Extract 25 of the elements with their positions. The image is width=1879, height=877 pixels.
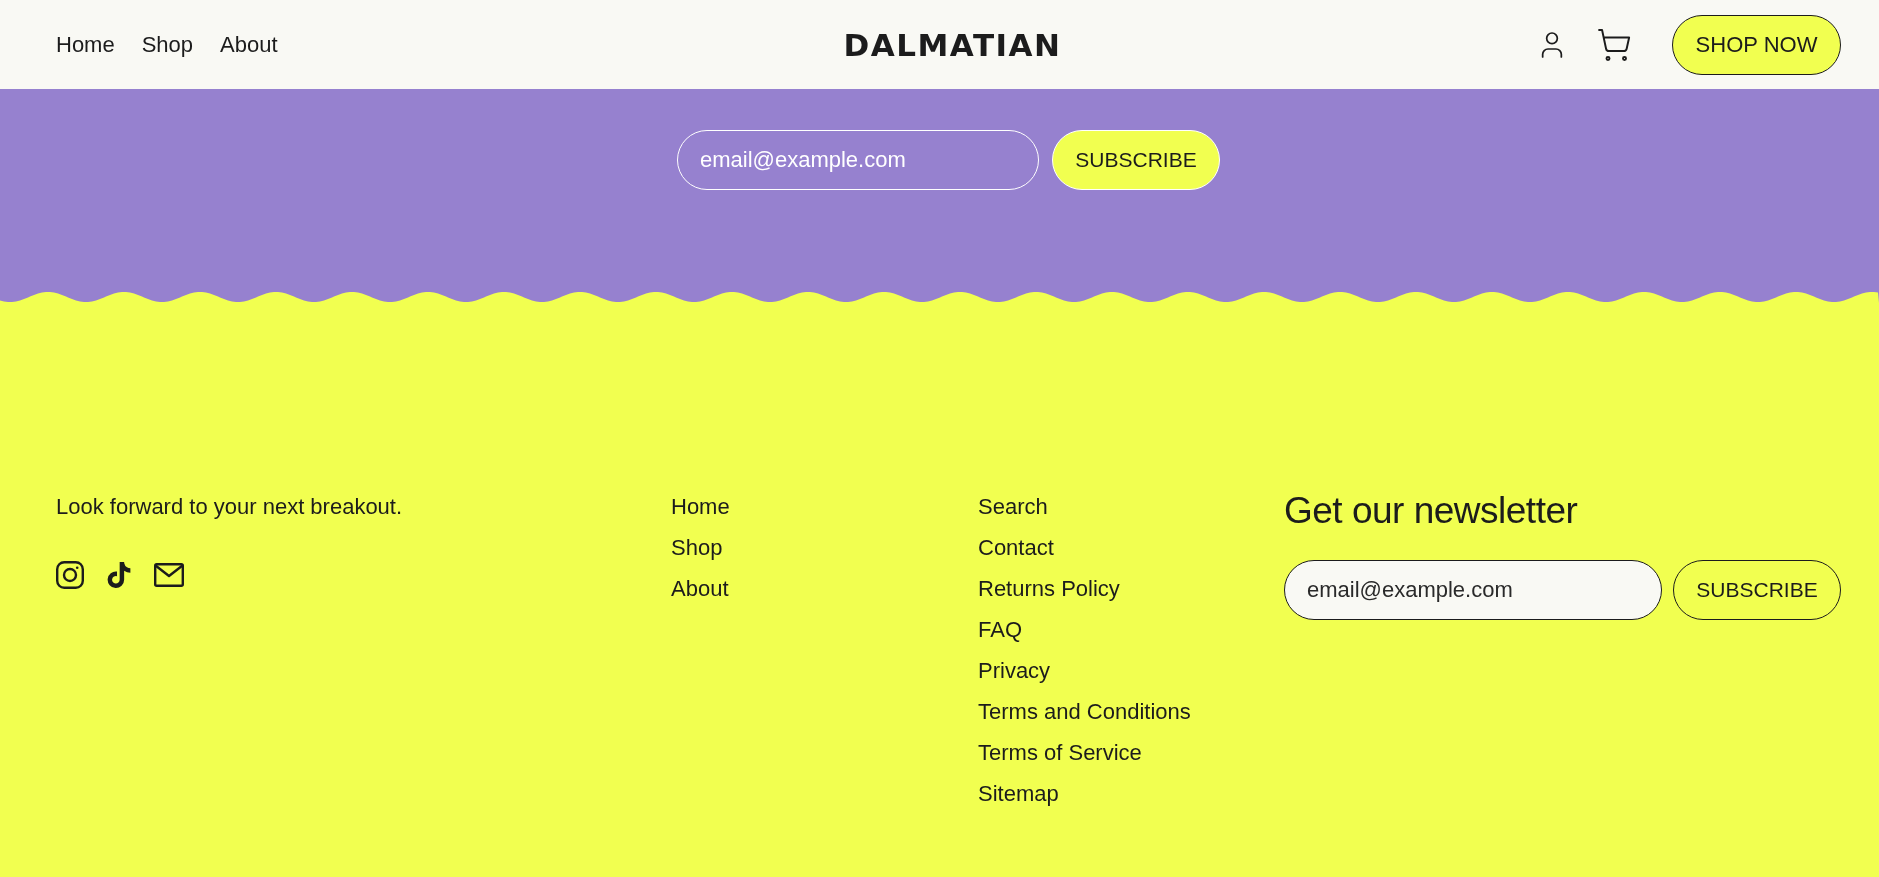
footer-link[interactable]: Home bbox=[671, 494, 730, 520]
footer-link[interactable]: About bbox=[671, 576, 729, 602]
subscribe-button[interactable]: SUBSCRIBE bbox=[1052, 130, 1220, 190]
shop-now-button[interactable]: SHOP NOW bbox=[1672, 14, 1841, 75]
footer-link[interactable]: Search bbox=[978, 494, 1048, 520]
nav-link[interactable]: Home bbox=[56, 31, 115, 58]
footer-link[interactable]: Privacy bbox=[978, 658, 1051, 684]
subscribe-button[interactable]: SUBSCRIBE bbox=[1673, 560, 1841, 620]
music-note-icon[interactable] bbox=[106, 562, 132, 588]
nav-link[interactable]: About bbox=[220, 31, 278, 58]
nav-link[interactable]: Shop bbox=[141, 31, 194, 58]
footer-link[interactable]: Terms of Service bbox=[978, 740, 1142, 766]
tagline: Look forward to your next breakout. bbox=[56, 494, 403, 520]
footer-link[interactable]: Sitemap bbox=[978, 781, 1059, 807]
camera-icon[interactable] bbox=[56, 561, 84, 589]
brand-logo[interactable]: DALMATIAN bbox=[843, 27, 1062, 62]
footer-link[interactable]: Shop bbox=[671, 535, 723, 561]
footer-link[interactable]: FAQ bbox=[978, 617, 1022, 643]
cart-icon[interactable] bbox=[1596, 26, 1632, 63]
footer-link[interactable]: Terms and Conditions bbox=[978, 699, 1191, 725]
email-field[interactable]: email@example.com bbox=[1284, 560, 1662, 620]
envelope-icon[interactable] bbox=[154, 563, 184, 587]
newsletter-heading: Get our newsletter bbox=[1284, 489, 1578, 533]
footer-link[interactable]: Returns Policy bbox=[978, 576, 1120, 602]
footer-link[interactable]: Contact bbox=[978, 535, 1054, 561]
